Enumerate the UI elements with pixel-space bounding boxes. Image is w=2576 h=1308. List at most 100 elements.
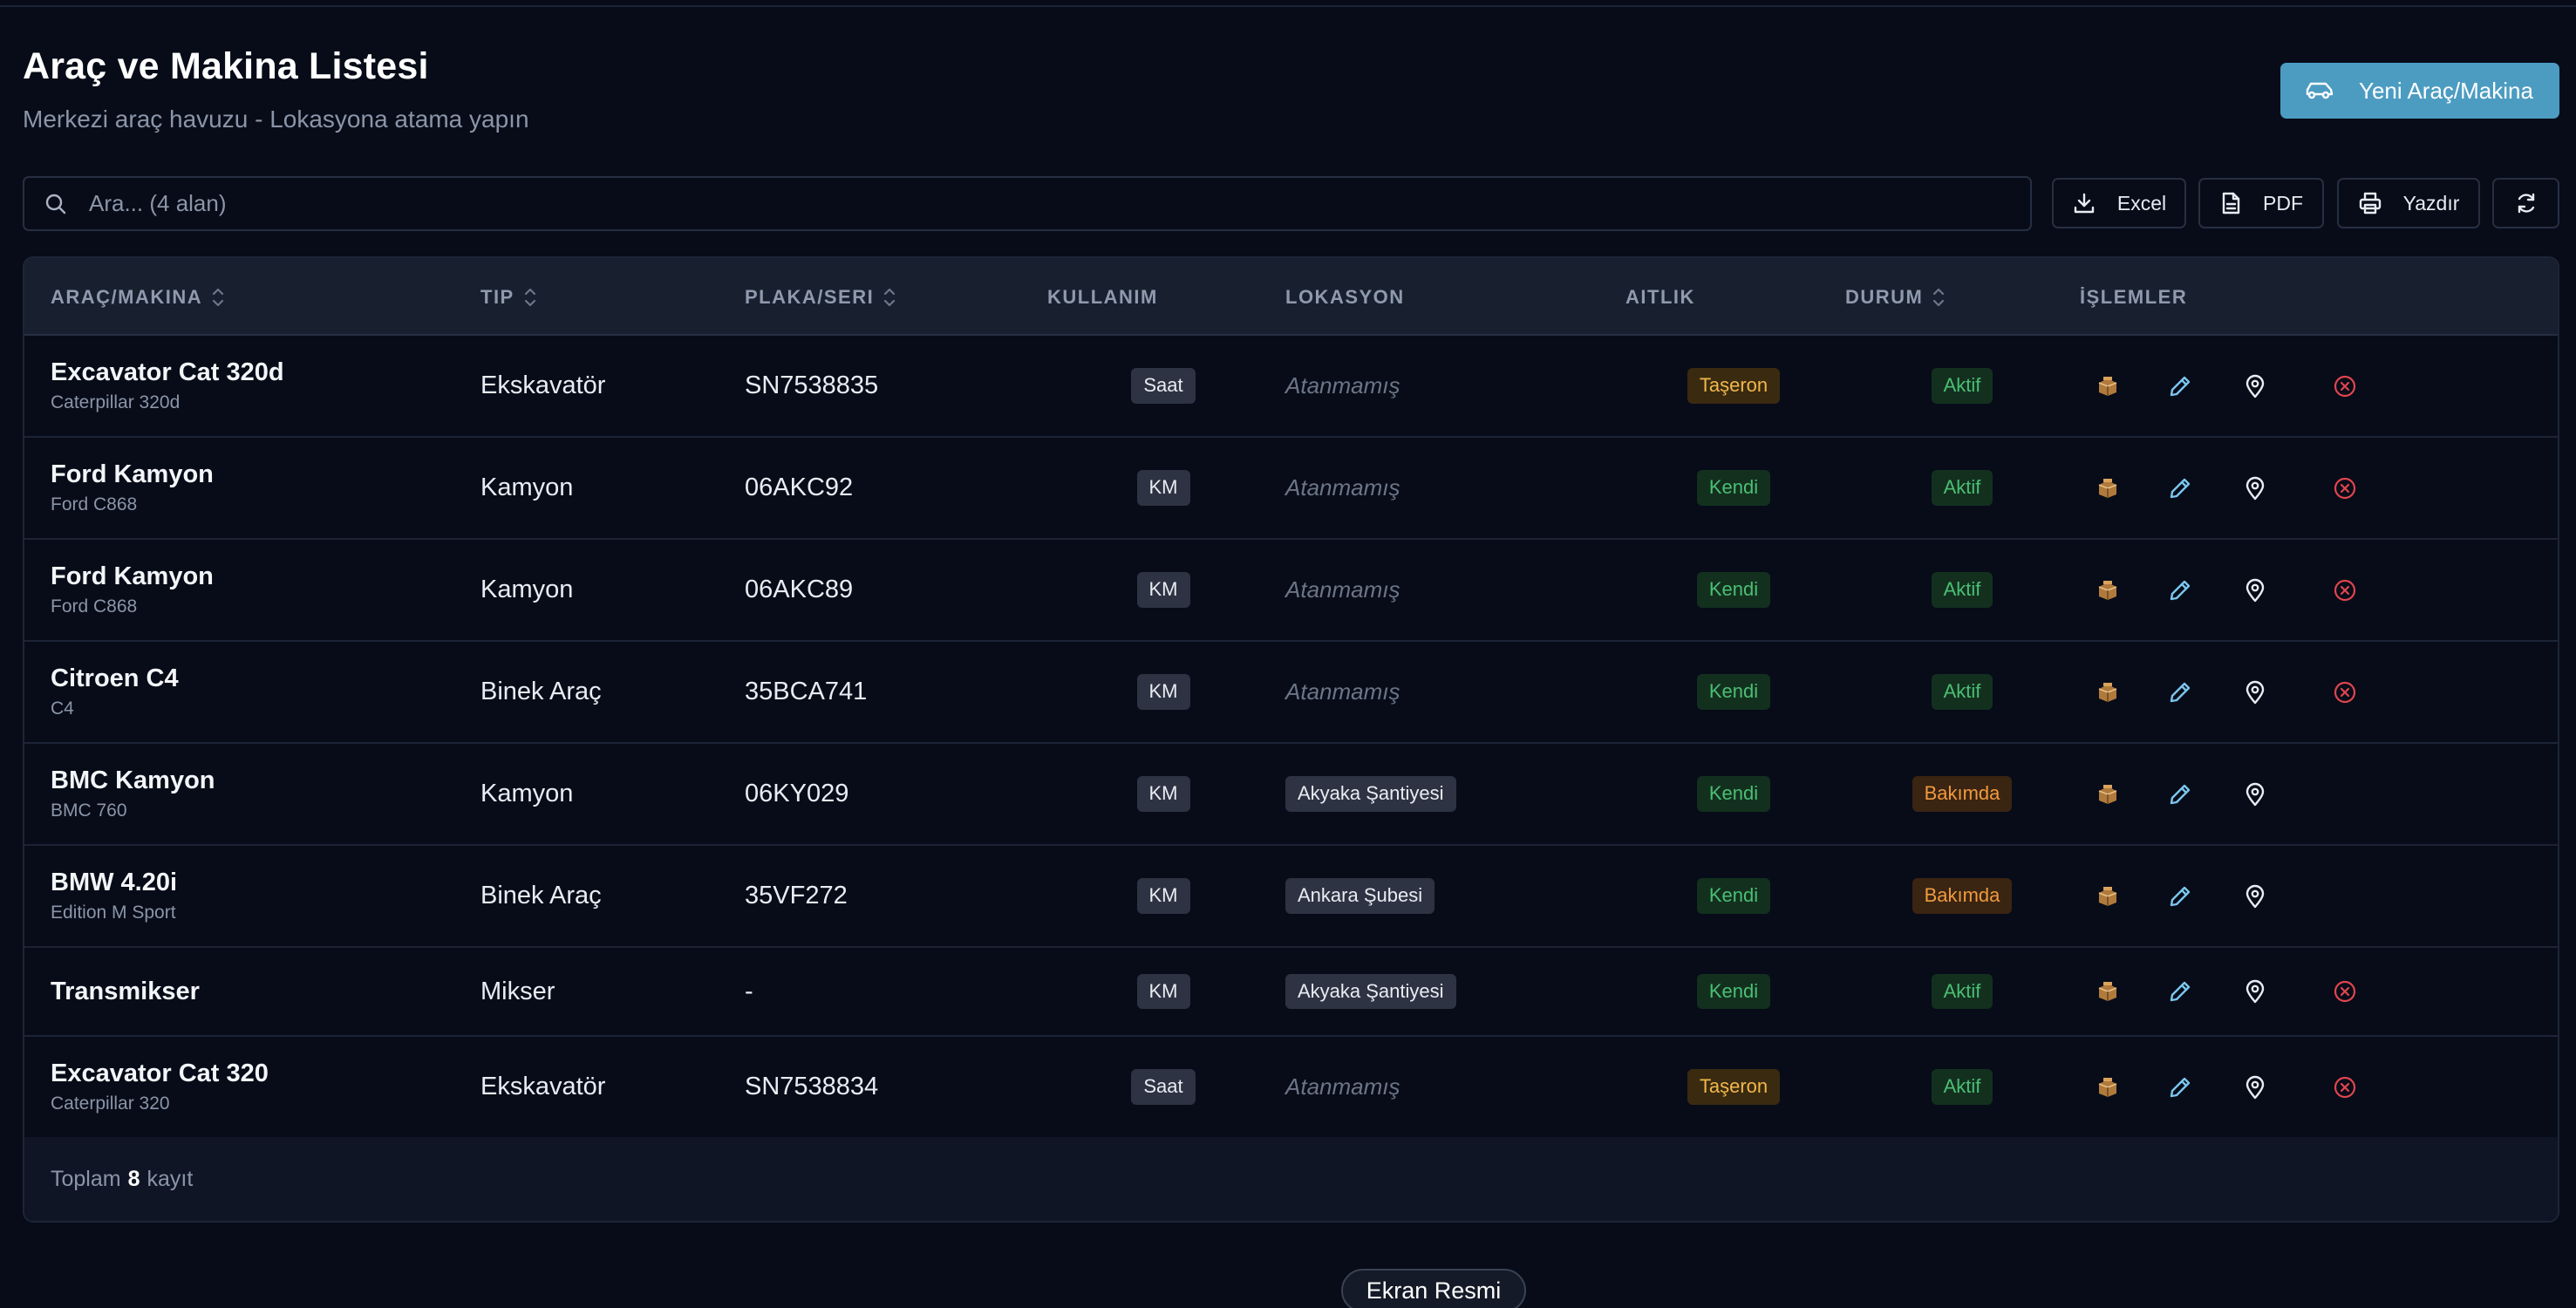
- package-icon[interactable]: [2090, 1070, 2125, 1105]
- vehicle-plate: 06KY029: [745, 780, 849, 807]
- status-badge: Aktif: [1931, 368, 1993, 404]
- plate-cell: 06AKC92: [745, 438, 853, 538]
- usage-badge: KM: [1136, 776, 1190, 812]
- ownership-badge: Kendi: [1696, 674, 1771, 710]
- x-circle-icon[interactable]: [2327, 573, 2362, 608]
- table-row[interactable]: Transmikser Mikser - KM Akyaka Şantiyesi Kend…: [24, 948, 2558, 1037]
- table-footer: Toplam 8 kayıt: [24, 1137, 2558, 1221]
- package-icon[interactable]: [2090, 879, 2125, 914]
- ownership-cell: Kendi: [1646, 948, 1821, 1035]
- excel-export-button[interactable]: Excel: [2052, 178, 2186, 228]
- pencil-icon[interactable]: [2163, 777, 2198, 812]
- location-unassigned: Atanmamış: [1285, 678, 1400, 705]
- package-icon[interactable]: [2090, 974, 2125, 1009]
- package-icon[interactable]: [2090, 573, 2125, 608]
- plate-cell: SN7538834: [745, 1037, 878, 1137]
- table-row[interactable]: Excavator Cat 320 Caterpillar 320 Ekskavat…: [24, 1037, 2558, 1139]
- vehicle-plate: 35VF272: [745, 882, 848, 909]
- pdf-export-button[interactable]: PDF: [2198, 178, 2324, 228]
- vehicle-model: Ford C868: [51, 596, 138, 617]
- table-row[interactable]: Ford Kamyon Ford C868 Kamyon 06AKC89 KM Atanm…: [24, 540, 2558, 642]
- search-box[interactable]: [23, 176, 2032, 231]
- column-header-vehicle[interactable]: ARAÇ/MAKINA: [51, 258, 225, 336]
- map-pin-icon[interactable]: [2238, 675, 2273, 710]
- plate-cell: SN7538835: [745, 336, 878, 436]
- vehicle-plate: -: [745, 977, 753, 1005]
- map-pin-icon[interactable]: [2238, 777, 2273, 812]
- refresh-button[interactable]: [2492, 178, 2559, 228]
- pencil-icon[interactable]: [2163, 573, 2198, 608]
- usage-badge: KM: [1136, 973, 1190, 1010]
- map-pin-icon[interactable]: [2238, 879, 2273, 914]
- column-header-ownership: AITLIK: [1625, 285, 1695, 308]
- table-row[interactable]: Citroen C4 C4 Binek Araç 35BCA741 KM Atanmamı…: [24, 642, 2558, 744]
- print-label: Yazdır: [2402, 191, 2460, 215]
- sort-icon: [883, 286, 896, 309]
- vehicle-type: Mikser: [480, 977, 555, 1005]
- x-circle-icon[interactable]: [2327, 369, 2362, 404]
- table-row[interactable]: BMC Kamyon BMC 760 Kamyon 06KY029 KM Akyaka Ş…: [24, 744, 2558, 846]
- vehicle-plate: SN7538835: [745, 371, 879, 399]
- vehicle-cell: Excavator Cat 320 Caterpillar 320: [51, 1037, 269, 1137]
- table-row[interactable]: Ford Kamyon Ford C868 Kamyon 06AKC92 KM Atanm…: [24, 438, 2558, 540]
- package-icon[interactable]: [2090, 777, 2125, 812]
- file-icon: [2219, 191, 2242, 215]
- vehicle-name: Transmikser: [51, 977, 200, 1005]
- ownership-cell: Kendi: [1646, 846, 1821, 946]
- x-circle-icon[interactable]: [2327, 471, 2362, 506]
- refresh-icon: [2514, 191, 2539, 215]
- column-header-actions: İŞLEMLER: [2080, 285, 2188, 308]
- usage-cell: KM: [1076, 744, 1251, 844]
- x-circle-icon[interactable]: [2327, 974, 2362, 1009]
- vehicle-cell: Citroen C4 C4: [51, 642, 179, 742]
- vehicle-name: BMC Kamyon: [51, 766, 215, 794]
- page-subtitle: Merkezi araç havuzu - Lokasyona atama ya…: [23, 106, 529, 133]
- x-circle-icon[interactable]: [2327, 1070, 2362, 1105]
- package-icon[interactable]: [2090, 471, 2125, 506]
- usage-cell: KM: [1076, 846, 1251, 946]
- table-row[interactable]: BMW 4.20i Edition M Sport Binek Araç 35VF27…: [24, 846, 2558, 948]
- usage-cell: KM: [1076, 948, 1251, 1035]
- pencil-icon[interactable]: [2163, 369, 2198, 404]
- map-pin-icon[interactable]: [2238, 573, 2273, 608]
- plate-cell: 06AKC89: [745, 540, 853, 640]
- pencil-icon[interactable]: [2163, 1070, 2198, 1105]
- print-button[interactable]: Yazdır: [2337, 178, 2480, 228]
- map-pin-icon[interactable]: [2238, 369, 2273, 404]
- pencil-icon[interactable]: [2163, 879, 2198, 914]
- column-header-location: LOKASYON: [1285, 285, 1405, 308]
- status-cell: Aktif: [1875, 540, 2049, 640]
- pencil-icon[interactable]: [2163, 471, 2198, 506]
- pdf-label: PDF: [2263, 191, 2303, 215]
- column-header-plate[interactable]: PLAKA/SERI: [745, 258, 896, 336]
- ownership-badge: Kendi: [1696, 572, 1771, 608]
- table-row[interactable]: Excavator Cat 320d Caterpillar 320d Ekskav…: [24, 336, 2558, 438]
- sort-icon: [1932, 286, 1946, 309]
- x-circle-icon[interactable]: [2327, 675, 2362, 710]
- map-pin-icon[interactable]: [2238, 1070, 2273, 1105]
- usage-cell: KM: [1076, 540, 1251, 640]
- type-cell: Binek Araç: [480, 846, 602, 946]
- column-header-type[interactable]: TIP: [480, 258, 537, 336]
- map-pin-icon[interactable]: [2238, 974, 2273, 1009]
- status-cell: Aktif: [1875, 1037, 2049, 1137]
- screenshot-button[interactable]: Ekran Resmi: [1341, 1269, 1526, 1308]
- search-input[interactable]: [89, 190, 1833, 217]
- pencil-icon[interactable]: [2163, 675, 2198, 710]
- new-vehicle-button[interactable]: Yeni Araç/Makina: [2280, 63, 2559, 119]
- ownership-badge: Kendi: [1696, 878, 1771, 914]
- ownership-cell: Taşeron: [1646, 336, 1821, 436]
- location-badge: Ankara Şubesi: [1285, 878, 1435, 914]
- map-pin-icon[interactable]: [2238, 471, 2273, 506]
- pencil-icon[interactable]: [2163, 974, 2198, 1009]
- column-header-status[interactable]: DURUM: [1845, 258, 1946, 336]
- location-cell: Atanmamış: [1285, 540, 1400, 640]
- package-icon[interactable]: [2090, 675, 2125, 710]
- package-icon[interactable]: [2090, 369, 2125, 404]
- footer-prefix: Toplam: [51, 1166, 121, 1191]
- car-icon: [2305, 78, 2336, 104]
- ownership-badge: Kendi: [1696, 776, 1771, 812]
- status-cell: Aktif: [1875, 948, 2049, 1035]
- status-cell: Aktif: [1875, 336, 2049, 436]
- vehicle-type: Binek Araç: [480, 678, 602, 705]
